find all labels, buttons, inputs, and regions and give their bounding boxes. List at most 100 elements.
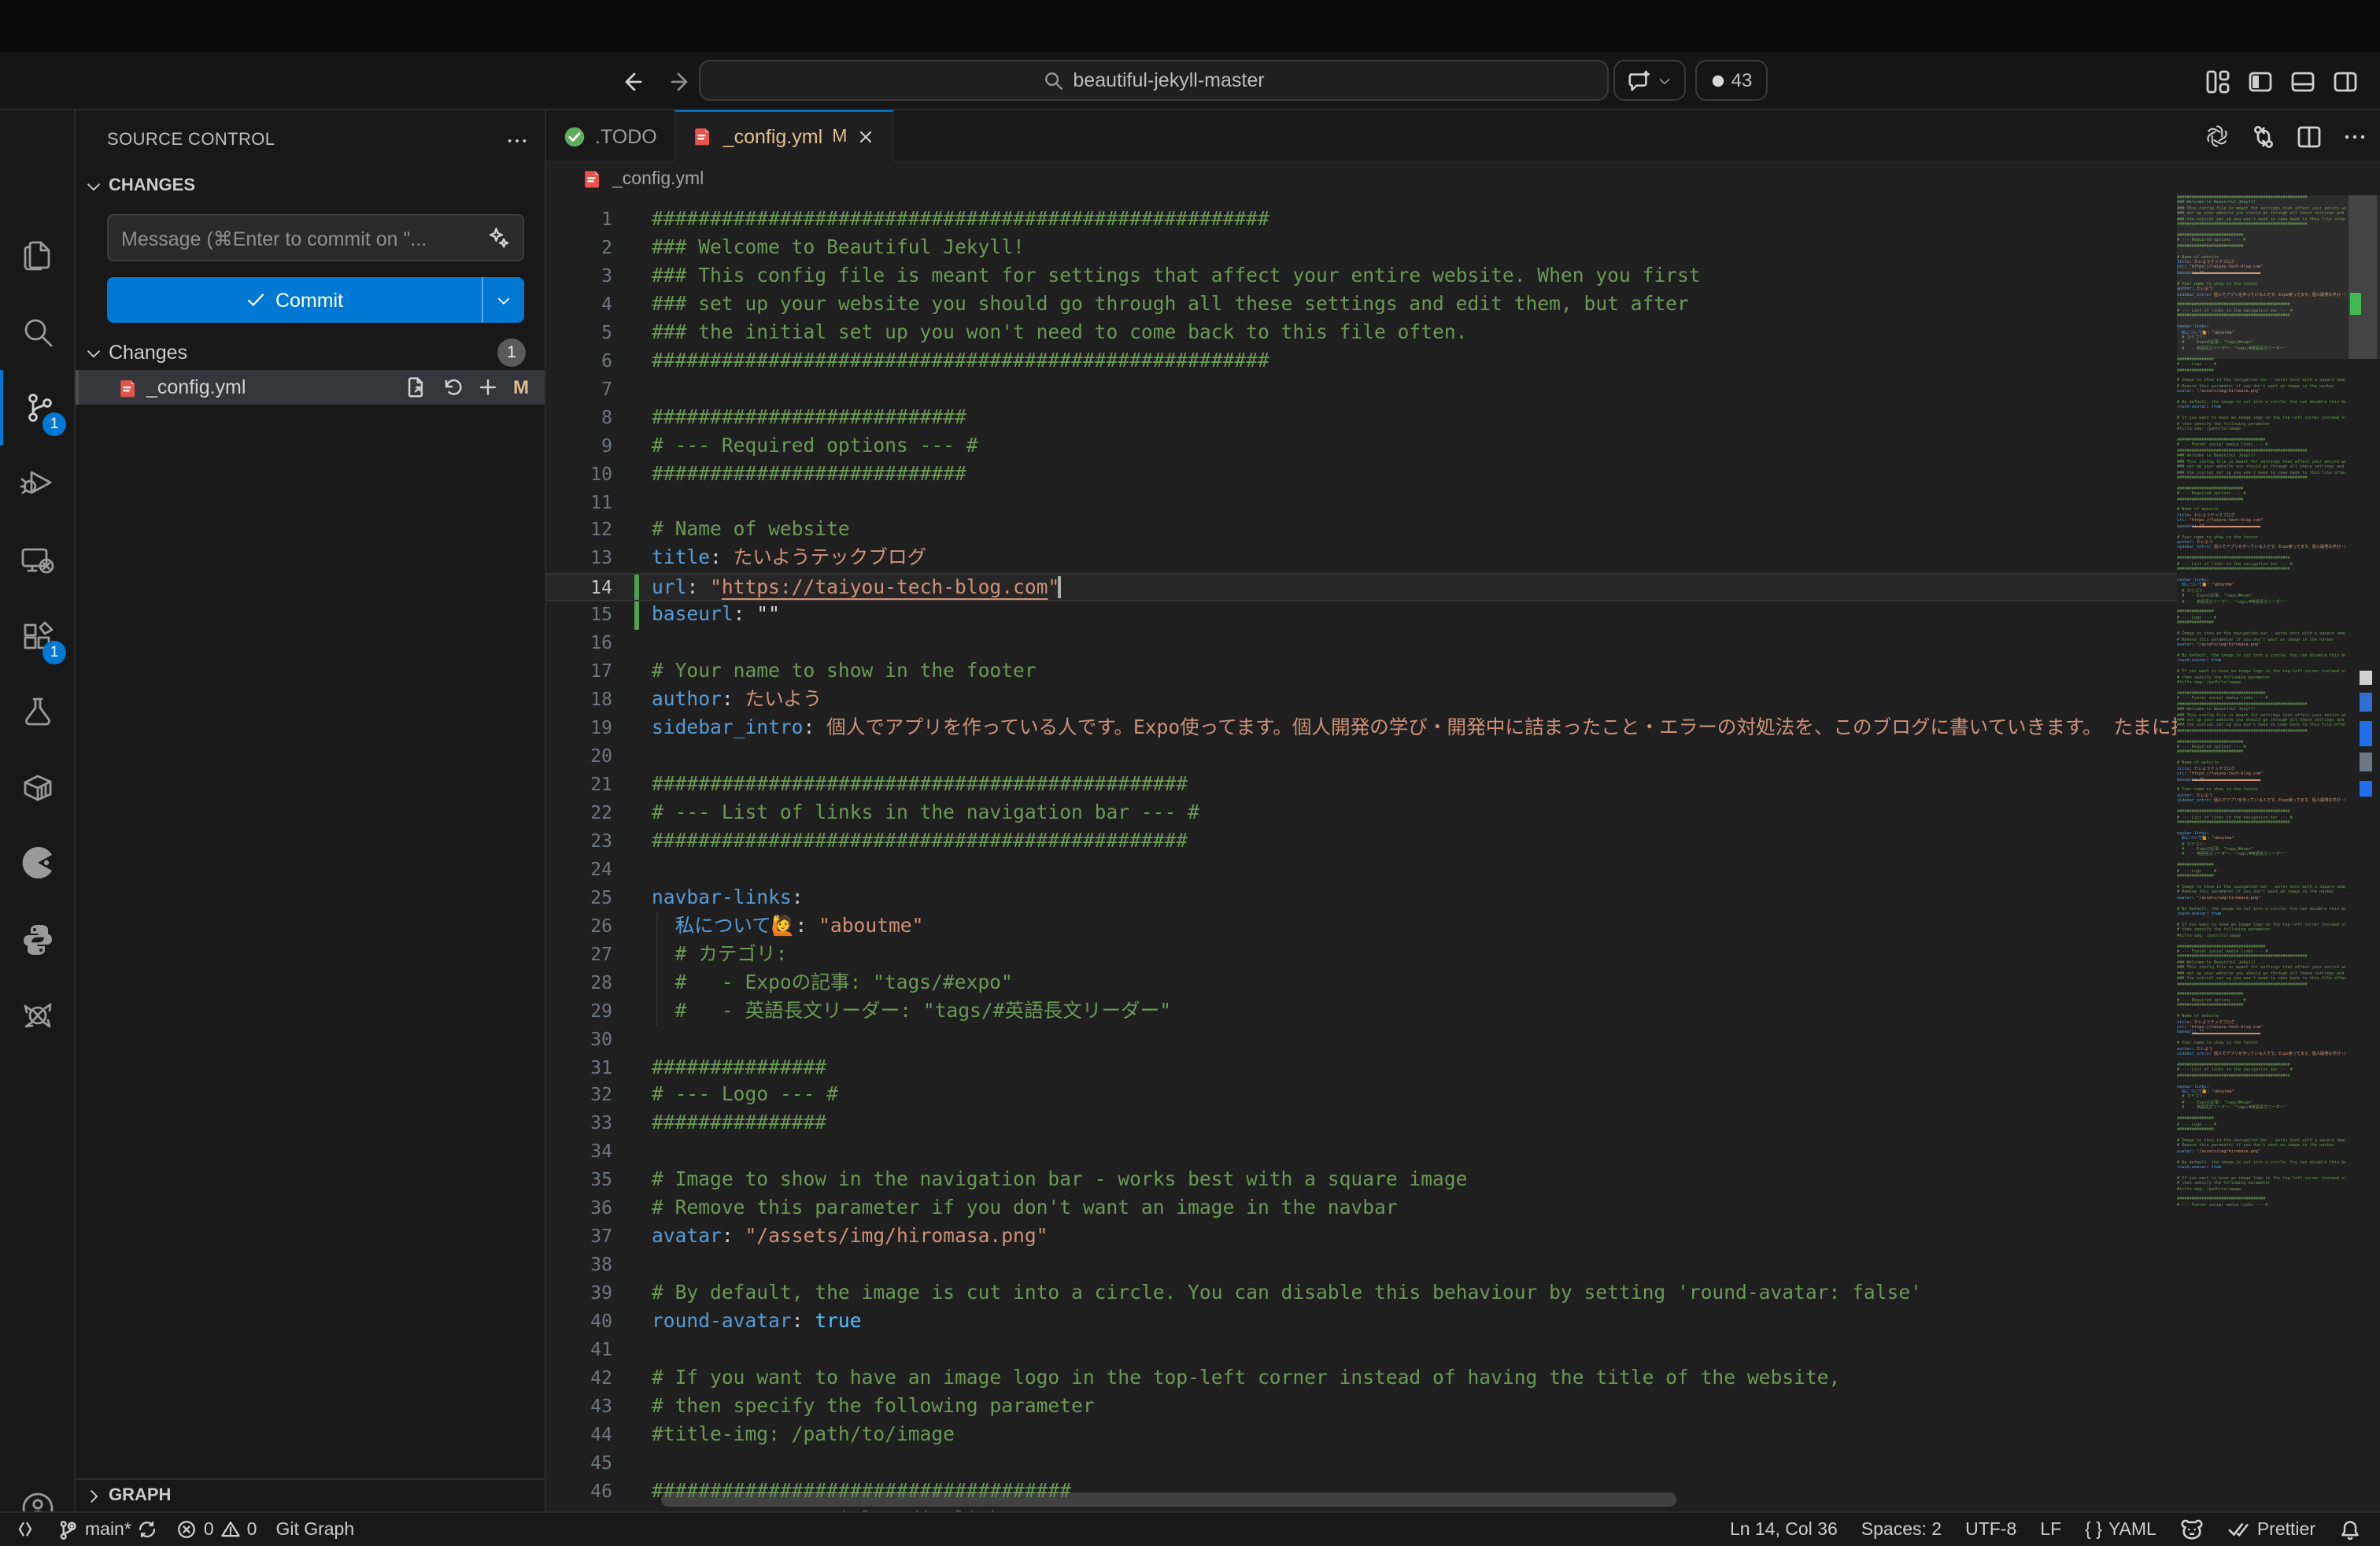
compare-changes-icon[interactable] bbox=[2251, 124, 2276, 149]
code-line[interactable]: 29 # - 英語長文リーダー: "tags/#英語長文リーダー" bbox=[546, 997, 2177, 1026]
code-line[interactable]: 42# If you want to have an image logo in… bbox=[546, 1365, 2177, 1393]
sync-icon[interactable] bbox=[138, 1519, 158, 1540]
problems-indicator[interactable]: 0 0 bbox=[177, 1519, 257, 1540]
code-line[interactable]: 13title: たいようテックブログ bbox=[546, 546, 2177, 574]
code-line[interactable]: 4### set up your website you should go t… bbox=[546, 291, 2177, 320]
code-line[interactable]: 40round-avatar: true bbox=[546, 1308, 2177, 1337]
code-line[interactable]: 2### Welcome to Beautiful Jekyll! bbox=[546, 235, 2177, 263]
openai-gpt-icon[interactable] bbox=[2204, 123, 2230, 150]
code-line[interactable]: 38 bbox=[546, 1252, 2177, 1280]
open-file-icon[interactable] bbox=[405, 376, 427, 398]
code-line[interactable]: 16 bbox=[546, 631, 2177, 659]
changed-file-row[interactable]: _config.yml M bbox=[76, 370, 545, 405]
code-line[interactable]: 20 bbox=[546, 743, 2177, 771]
breadcrumb[interactable]: _config.yml bbox=[582, 162, 704, 195]
code-line[interactable]: 30 bbox=[546, 1026, 2177, 1054]
command-center-search[interactable]: beautiful-jekyll-master bbox=[699, 60, 1609, 101]
code-line[interactable]: 28 # - Expoの記事: "tags/#expo" bbox=[546, 969, 2177, 997]
code-line[interactable]: 34 bbox=[546, 1139, 2177, 1167]
code-line[interactable]: 33############### bbox=[546, 1111, 2177, 1139]
code-line[interactable]: 36# Remove this parameter if you don't w… bbox=[546, 1196, 2177, 1224]
code-line[interactable]: 45 bbox=[546, 1450, 2177, 1478]
sparkle-icon[interactable] bbox=[488, 227, 510, 249]
code-line[interactable]: 11 bbox=[546, 489, 2177, 517]
vertical-scrollbar[interactable] bbox=[2345, 110, 2380, 1511]
tab-todo[interactable]: .TODO bbox=[546, 110, 676, 162]
scrollbar-thumb[interactable] bbox=[2349, 195, 2377, 359]
code-line[interactable]: 39# By default, the image is cut into a … bbox=[546, 1280, 2177, 1308]
testing-icon[interactable] bbox=[0, 674, 76, 749]
toggle-secondary-sidebar-icon[interactable] bbox=[2333, 68, 2358, 94]
split-editor-icon[interactable] bbox=[2297, 124, 2322, 149]
code-line[interactable]: 37avatar: "/assets/img/hiromasa.png" bbox=[546, 1223, 2177, 1252]
source-control-icon[interactable]: 1 bbox=[0, 370, 76, 446]
changes-section-header[interactable]: CHANGES bbox=[85, 172, 195, 200]
toggle-primary-sidebar-icon[interactable] bbox=[2248, 68, 2273, 94]
encoding[interactable]: UTF-8 bbox=[1965, 1520, 2016, 1539]
search-view-icon[interactable] bbox=[0, 294, 76, 370]
code-line[interactable]: 9# --- Required options --- # bbox=[546, 432, 2177, 460]
code-line[interactable]: 10########################### bbox=[546, 460, 2177, 489]
code-line[interactable]: 22# --- List of links in the navigation … bbox=[546, 800, 2177, 828]
tab-config-yml[interactable]: _config.yml M bbox=[676, 110, 895, 162]
code-line[interactable]: 25navbar-links: bbox=[546, 885, 2177, 913]
customize-layout-icon[interactable] bbox=[2205, 68, 2230, 94]
code-line[interactable]: 23######################################… bbox=[546, 828, 2177, 856]
usage-counter-badge[interactable]: 43 bbox=[1695, 60, 1768, 101]
code-line[interactable]: 21######################################… bbox=[546, 771, 2177, 800]
frog-extension-icon[interactable] bbox=[2180, 1518, 2204, 1541]
code-line[interactable]: 47# --- Footer social media links --- # bbox=[546, 1506, 2177, 1511]
python-icon[interactable] bbox=[0, 902, 76, 978]
code-line[interactable]: 41 bbox=[546, 1337, 2177, 1365]
eol-sequence[interactable]: LF bbox=[2040, 1520, 2061, 1539]
code-line[interactable]: 8########################### bbox=[546, 404, 2177, 432]
docker-icon[interactable] bbox=[0, 749, 76, 825]
toggle-panel-icon[interactable] bbox=[2290, 68, 2315, 94]
commit-message-input[interactable]: Message (⌘Enter to commit on "... bbox=[107, 214, 524, 261]
code-line[interactable]: 27 # カテゴリ: bbox=[546, 941, 2177, 969]
code-line[interactable]: 35# Image to show in the navigation bar … bbox=[546, 1167, 2177, 1196]
code-line[interactable]: 24 bbox=[546, 856, 2177, 885]
code-line[interactable]: 26 私について🙋: "aboutme" bbox=[546, 913, 2177, 941]
extensions-icon[interactable]: 1 bbox=[0, 598, 76, 674]
commit-dropdown-button[interactable] bbox=[482, 277, 524, 323]
code-line[interactable]: 6#######################################… bbox=[546, 348, 2177, 376]
code-line[interactable]: 15baseurl: "" bbox=[546, 602, 2177, 631]
code-line[interactable]: 32# --- Logo --- # bbox=[546, 1082, 2177, 1111]
graph-section-header[interactable]: GRAPH bbox=[76, 1478, 545, 1511]
code-editor[interactable]: 1#######################################… bbox=[546, 195, 2177, 1511]
code-line[interactable]: 14url: "https://taiyou-tech-blog.com" bbox=[546, 574, 2177, 602]
explorer-icon[interactable] bbox=[0, 217, 76, 293]
copilot-chat-button[interactable] bbox=[1613, 60, 1686, 101]
code-line[interactable]: 3### This config file is meant for setti… bbox=[546, 263, 2177, 291]
code-line[interactable]: 18author: たいよう bbox=[546, 686, 2177, 715]
indentation[interactable]: Spaces: 2 bbox=[1861, 1520, 1942, 1539]
code-line[interactable]: 12# Name of website bbox=[546, 517, 2177, 546]
back-arrow-icon[interactable] bbox=[619, 68, 644, 94]
branch-indicator[interactable]: main* bbox=[57, 1518, 158, 1540]
forward-arrow-icon[interactable] bbox=[669, 68, 694, 94]
changes-tree-header[interactable]: Changes 1 bbox=[76, 335, 545, 370]
remote-explorer-icon[interactable] bbox=[0, 523, 76, 598]
more-actions-icon[interactable] bbox=[505, 128, 529, 152]
run-debug-icon[interactable] bbox=[0, 446, 76, 521]
code-line[interactable]: 31############### bbox=[546, 1054, 2177, 1082]
candy-extension-icon[interactable] bbox=[0, 978, 76, 1053]
code-line[interactable]: 17# Your name to show in the footer bbox=[546, 658, 2177, 686]
pacman-extension-icon[interactable] bbox=[0, 825, 76, 901]
remote-indicator[interactable] bbox=[16, 1518, 38, 1540]
code-line[interactable]: 1#######################################… bbox=[546, 206, 2177, 235]
code-line[interactable]: 19sidebar_intro: 個人でアプリを作っている人です。Expo使って… bbox=[546, 715, 2177, 743]
language-mode[interactable]: { }YAML bbox=[2085, 1520, 2156, 1539]
code-line[interactable]: 7 bbox=[546, 375, 2177, 404]
stage-changes-icon[interactable] bbox=[477, 376, 499, 398]
code-line[interactable]: 43# then specify the following parameter bbox=[546, 1393, 2177, 1422]
discard-changes-icon[interactable] bbox=[441, 376, 463, 398]
git-graph-button[interactable]: Git Graph bbox=[275, 1520, 354, 1539]
code-line[interactable]: 44#title-img: /path/to/image bbox=[546, 1422, 2177, 1450]
notifications-bell[interactable] bbox=[2339, 1518, 2361, 1540]
cursor-position[interactable]: Ln 14, Col 36 bbox=[1730, 1520, 1838, 1539]
commit-button[interactable]: Commit bbox=[107, 277, 524, 323]
close-icon[interactable] bbox=[856, 127, 875, 146]
horizontal-scrollbar[interactable] bbox=[661, 1492, 1676, 1507]
